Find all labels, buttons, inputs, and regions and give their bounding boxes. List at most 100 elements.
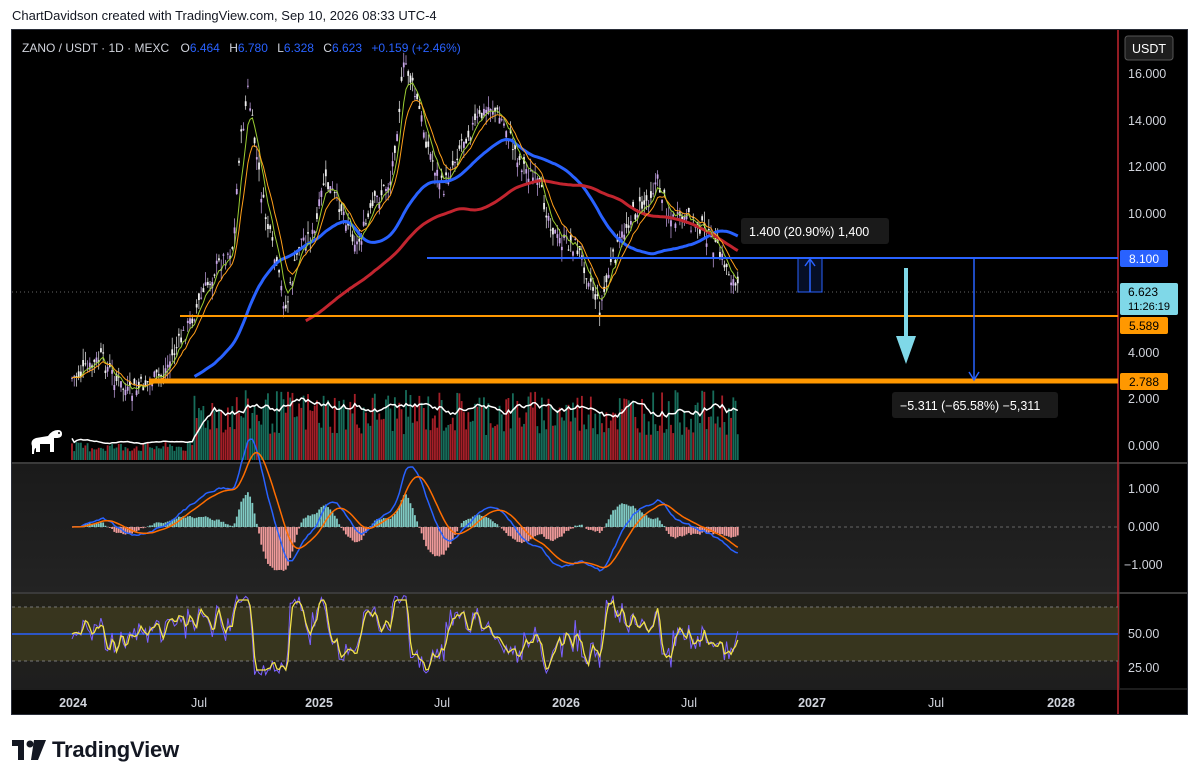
macd-hist-bar: [193, 518, 196, 527]
volume-bar: [382, 418, 385, 460]
macd-hist-bar: [587, 527, 590, 530]
candle-body: [442, 194, 445, 196]
close-label: C: [323, 41, 332, 55]
candle-body: [244, 101, 247, 107]
candle-body: [438, 183, 441, 190]
volume-bar: [157, 448, 160, 460]
candle-body: [458, 145, 461, 149]
volume-bar: [304, 429, 307, 460]
price-tick: 16.000: [1128, 67, 1166, 81]
macd-hist-bar: [108, 527, 111, 528]
candle-body: [369, 203, 372, 208]
macd-hist-bar: [685, 527, 688, 535]
volume-bar: [563, 420, 565, 460]
candle-body: [218, 258, 220, 261]
candle-body: [589, 278, 592, 282]
price-tick: 2.000: [1128, 392, 1159, 406]
volume-bar: [367, 423, 370, 460]
volume-bar: [454, 430, 456, 460]
candle-body: [255, 157, 258, 160]
candle-body: [84, 363, 87, 365]
time-tick: Jul: [191, 696, 207, 710]
volume-bar: [356, 424, 358, 460]
volume-bar: [215, 428, 218, 460]
volume-bar: [654, 424, 657, 460]
macd-hist-bar: [157, 522, 160, 527]
volume-bar: [658, 425, 661, 460]
candle-body: [398, 108, 401, 112]
candle-body: [420, 115, 423, 122]
macd-hist-bar: [140, 527, 142, 529]
candle-body: [422, 132, 425, 138]
macd-hist-bar: [220, 521, 223, 527]
volume-bar: [503, 431, 505, 460]
candle-body: [650, 191, 652, 198]
volume-bar: [652, 392, 655, 460]
candle-body: [340, 204, 343, 212]
chart-container[interactable]: 1.400 (20.90%) 1,400 −5.311 (−65.58%) −5…: [11, 29, 1188, 715]
macd-axis[interactable]: 1.000 0.000 −1.000: [1124, 482, 1163, 572]
volume-bar: [275, 391, 278, 460]
macd-hist-bar: [209, 518, 211, 527]
rsi-axis[interactable]: 50.00 25.00: [1128, 627, 1159, 675]
volume-bar: [701, 390, 704, 460]
macd-hist-bar: [618, 504, 621, 527]
macd-hist-bar: [298, 527, 301, 529]
macd-hist-bar: [487, 517, 490, 527]
macd-hist-bar: [549, 527, 552, 541]
volume-bar: [558, 407, 561, 460]
macd-hist-bar: [336, 518, 338, 527]
volume-bar: [569, 421, 572, 460]
volume-bar: [128, 451, 131, 460]
volume-bar: [498, 405, 501, 460]
candle-body: [131, 395, 134, 401]
candle-body: [476, 116, 479, 118]
volume-bar: [638, 432, 641, 460]
candle-body: [293, 259, 296, 261]
macd-hist-bar: [142, 527, 145, 529]
candle-body: [500, 119, 503, 121]
candle-body: [661, 199, 663, 204]
volume-bar: [603, 432, 606, 460]
macd-hist-bar: [135, 527, 138, 532]
macd-hist-bar: [195, 517, 198, 527]
volume-bar: [106, 445, 109, 460]
chart-canvas[interactable]: 1.400 (20.90%) 1,400 −5.311 (−65.58%) −5…: [12, 30, 1188, 715]
open-label: O: [180, 41, 189, 55]
macd-hist-bar: [200, 516, 203, 527]
macd-hist-bar: [242, 498, 245, 527]
candle-body: [496, 107, 499, 110]
macd-hist-bar: [420, 527, 423, 534]
candle-body: [670, 220, 672, 227]
candle-body: [431, 160, 434, 162]
macd-hist-bar: [654, 518, 657, 527]
volume-bar: [329, 426, 332, 460]
candle-body: [627, 225, 630, 228]
volume-bar: [538, 433, 541, 460]
candle-body: [186, 320, 189, 324]
volume-bar: [547, 398, 550, 460]
candle-body: [284, 304, 287, 309]
volume-bar: [532, 407, 534, 460]
volume-bar: [391, 430, 394, 460]
volume-bar: [592, 428, 594, 460]
macd-hist-bar: [391, 516, 394, 527]
macd-hist-bar: [476, 514, 479, 527]
macd-hist-bar: [226, 524, 229, 527]
volume-bar: [572, 402, 574, 460]
volume-bar: [393, 397, 396, 460]
time-axis[interactable]: 2024 Jul 2025 Jul 2026 Jul 2027 Jul 2028: [59, 696, 1075, 710]
candle-body: [267, 224, 269, 230]
candle-body: [182, 329, 185, 331]
volume-bar: [369, 425, 372, 460]
tradingview-logo-icon: [12, 740, 46, 760]
volume-bar: [209, 429, 211, 460]
macd-hist-bar: [565, 527, 568, 531]
candle-body: [166, 364, 169, 368]
candle-body: [485, 109, 488, 114]
macd-hist-bar: [670, 527, 672, 537]
macd-hist-bar: [538, 527, 541, 535]
candle-body: [77, 371, 80, 378]
volume-bar: [189, 442, 191, 460]
volume-bar: [146, 442, 149, 460]
